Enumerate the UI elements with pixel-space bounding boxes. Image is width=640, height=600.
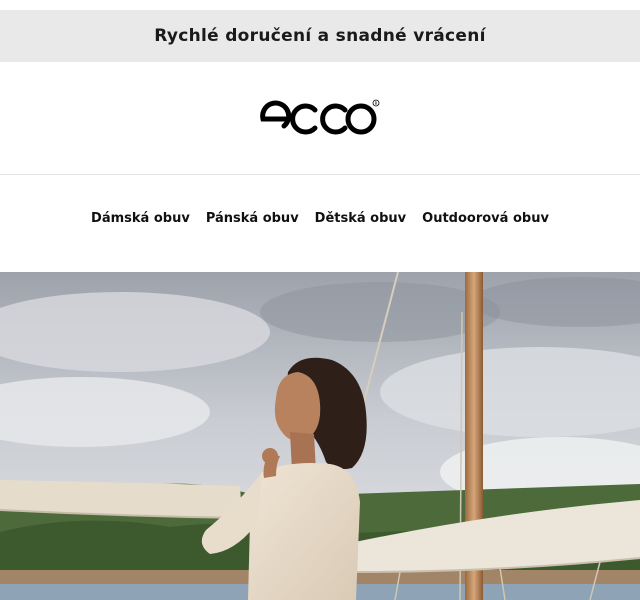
promo-banner: Rychlé doručení a snadné vrácení [0, 10, 640, 62]
ecco-logo-icon: R [260, 99, 380, 135]
hero-image [0, 272, 640, 600]
hero-banner[interactable] [0, 272, 640, 600]
promo-banner-text: Rychlé doručení a snadné vrácení [154, 26, 486, 46]
ecco-logo-link[interactable]: R [258, 98, 382, 138]
header-logo-area: R [0, 62, 640, 174]
main-navigation: Dámská obuv Pánská obuv Dětská obuv Outd… [0, 200, 640, 236]
nav-item-panska-obuv[interactable]: Pánská obuv [206, 211, 299, 226]
svg-text:R: R [375, 101, 378, 106]
nav-item-damska-obuv[interactable]: Dámská obuv [91, 211, 190, 226]
header-divider [0, 174, 640, 175]
nav-item-outdoorova-obuv[interactable]: Outdoorová obuv [422, 211, 549, 226]
nav-item-detska-obuv[interactable]: Dětská obuv [315, 211, 406, 226]
